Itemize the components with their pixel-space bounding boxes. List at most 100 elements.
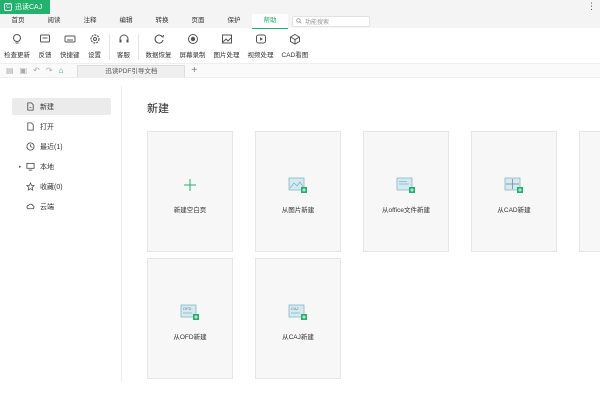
gear-icon	[88, 32, 102, 46]
new-from-ofd-card[interactable]: OFD 从OFD新建	[147, 258, 233, 379]
ofd-file-icon: OFD	[180, 304, 199, 320]
print-icon[interactable]: ▤	[6, 66, 14, 75]
card-label: 从office文件新建	[382, 207, 430, 214]
data-recovery-label: 数据恢复	[145, 52, 172, 59]
restore-icon	[152, 32, 166, 46]
cad-viewer-label: CAD看图	[281, 52, 309, 59]
video-icon	[254, 32, 268, 46]
redo-icon[interactable]: ↷	[46, 66, 53, 75]
tab-read[interactable]: 阅读	[36, 14, 72, 28]
tab-edit[interactable]: 编辑	[108, 14, 144, 28]
card-label: 从CAD新建	[497, 207, 531, 214]
cad-file-icon	[504, 177, 523, 193]
ribbon-divider	[108, 34, 110, 60]
sidebar-item-label: 新建	[40, 103, 54, 111]
title-bar: C 迅读CAJ ⋮	[0, 0, 600, 14]
cad-viewer-button[interactable]: CAD看图	[278, 32, 313, 59]
shortcut-keys-button[interactable]: 快捷键	[56, 32, 84, 59]
cloud-icon	[26, 203, 35, 210]
new-from-cad-card[interactable]: 从CAD新建	[471, 131, 557, 252]
tab-home[interactable]: 首页	[0, 14, 36, 28]
search-icon	[296, 18, 302, 24]
cube-icon	[288, 32, 302, 46]
lightbulb-icon	[10, 32, 24, 46]
bottom-area	[0, 382, 600, 400]
check-update-button[interactable]: 检查更新	[0, 32, 34, 59]
tab-page[interactable]: 页面	[180, 14, 216, 28]
settings-button[interactable]: 设置	[84, 32, 106, 59]
sidebar-item-label: 本地	[40, 163, 54, 171]
image-file-icon	[288, 177, 307, 193]
ribbon-divider	[137, 34, 139, 60]
customer-service-label: 客服	[117, 52, 130, 59]
save-icon[interactable]: ▣	[20, 66, 28, 75]
monitor-icon	[26, 162, 35, 171]
app-logo-icon: C	[4, 3, 12, 11]
doc-tab-guide[interactable]: 迅读PDF引导文档	[77, 64, 186, 77]
new-from-image-card[interactable]: 从图片新建	[255, 131, 341, 252]
chat-icon	[38, 32, 52, 46]
function-search-placeholder: 功能搜索	[305, 19, 330, 26]
quick-access-toolbar: ▤ ▣ ↶ ↷ ⌂	[0, 66, 63, 75]
screen-record-label: 屏幕录制	[179, 52, 206, 59]
card-label: 从CAJ新建	[282, 334, 314, 341]
app-title: 迅读CAJ	[15, 4, 43, 11]
tab-help[interactable]: 帮助	[252, 13, 288, 29]
plus-icon	[184, 179, 196, 191]
sidebar-item-recent[interactable]: 最近(1)	[12, 138, 111, 155]
card-label: 从图片新建	[281, 207, 315, 214]
home-icon[interactable]: ⌂	[59, 66, 64, 75]
headset-icon	[117, 32, 131, 46]
check-update-label: 检查更新	[4, 52, 30, 59]
video-processing-label: 视频处理	[247, 52, 274, 59]
sidebar-item-local[interactable]: ▸ 本地	[12, 158, 111, 175]
partial-card[interactable]	[579, 131, 600, 252]
keyboard-icon	[63, 32, 77, 46]
tab-convert[interactable]: 转换	[144, 14, 180, 28]
sidebar-item-label: 收藏(0)	[40, 183, 63, 191]
card-label: 新建空白页	[173, 207, 207, 214]
sidebar-item-favorites[interactable]: 收藏(0)	[12, 178, 111, 195]
new-from-office-card[interactable]: 从office文件新建	[363, 131, 449, 252]
more-options-icon[interactable]: ⋮	[587, 0, 596, 12]
ofd-badge-text: OFD	[183, 306, 192, 311]
expand-arrow-icon[interactable]: ▸	[19, 164, 22, 170]
tab-annotate[interactable]: 注释	[72, 14, 108, 28]
customer-service-button[interactable]: 客服	[113, 32, 135, 59]
feedback-label: 反馈	[38, 52, 52, 59]
new-from-caj-card[interactable]: CAJ 从CAJ新建	[255, 258, 341, 379]
sidebar-item-label: 最近(1)	[40, 143, 63, 151]
caj-badge-text: CAJ	[291, 306, 299, 311]
record-icon	[186, 32, 200, 46]
document-tab-bar: ▤ ▣ ↶ ↷ ⌂ 迅读PDF引导文档 +	[0, 64, 600, 78]
office-file-icon	[396, 177, 415, 193]
page-title: 新建	[147, 103, 169, 115]
clock-icon	[26, 142, 35, 151]
video-processing-button[interactable]: 视频处理	[244, 32, 278, 59]
sidebar-item-new[interactable]: 新建	[12, 98, 111, 115]
ribbon-toolbar: 检查更新 反馈 快捷键 设置 客服 数据恢复 屏幕录制 图片处理 视频处理 CA…	[0, 28, 600, 64]
sidebar: 新建 打开 最近(1) ▸ 本地 收藏(0) 云端	[0, 86, 122, 382]
shortcut-keys-label: 快捷键	[60, 52, 80, 59]
new-file-icon	[27, 102, 34, 111]
open-file-icon	[27, 122, 34, 131]
tab-protect[interactable]: 保护	[216, 14, 252, 28]
image-processing-label: 图片处理	[213, 52, 240, 59]
settings-label: 设置	[88, 52, 101, 59]
function-search-input[interactable]: 功能搜索	[292, 15, 370, 27]
image-processing-button[interactable]: 图片处理	[210, 32, 244, 59]
image-icon	[220, 32, 234, 46]
card-label: 从OFD新建	[173, 334, 207, 341]
new-blank-page-card[interactable]: 新建空白页	[147, 131, 233, 252]
sidebar-item-label: 云端	[40, 203, 54, 211]
app-title-badge[interactable]: C 迅读CAJ	[0, 0, 50, 14]
data-recovery-button[interactable]: 数据恢复	[142, 32, 176, 59]
sidebar-item-label: 打开	[40, 123, 54, 131]
undo-icon[interactable]: ↶	[33, 66, 40, 75]
caj-file-icon: CAJ	[288, 304, 307, 320]
screen-record-button[interactable]: 屏幕录制	[176, 32, 210, 59]
sidebar-item-open[interactable]: 打开	[12, 118, 111, 135]
add-tab-icon[interactable]: +	[191, 65, 197, 77]
feedback-button[interactable]: 反馈	[34, 32, 56, 59]
sidebar-item-cloud[interactable]: 云端	[12, 198, 111, 215]
